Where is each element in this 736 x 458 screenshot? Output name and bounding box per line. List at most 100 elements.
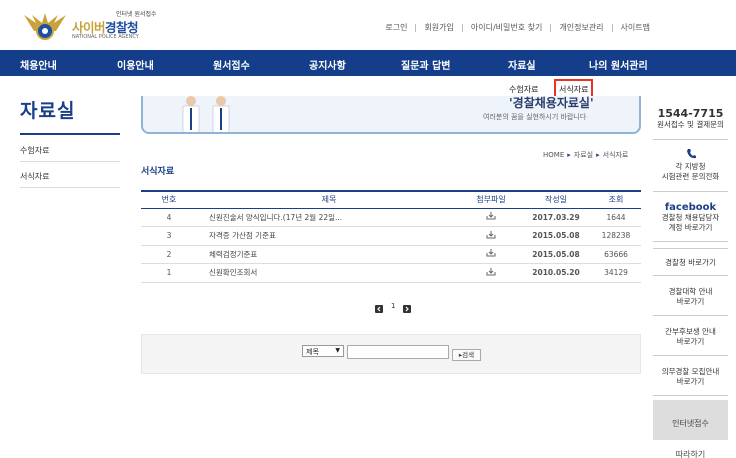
row-number: 2 — [141, 245, 197, 264]
download-icon[interactable] — [486, 230, 496, 239]
search-button-label: 검색 — [462, 351, 475, 359]
main-nav: 채용안내 이용안내 원서접수 공지사항 질문과 답변 자료실 나의 원서관리 — [0, 50, 736, 76]
table-row[interactable]: 4 신원진술서 양식입니다.(17년 2월 22일... 2017.03.29 … — [141, 208, 641, 227]
rail-link-police[interactable]: 경찰청 바로가기 — [653, 248, 728, 276]
facebook-logo-text: facebook — [664, 202, 717, 213]
row-title-link[interactable]: 신원진술서 양식입니다.(17년 2월 22일... — [197, 208, 461, 227]
col-date: 작성일 — [521, 190, 591, 209]
search-field-select[interactable]: 제목 ▼ — [302, 345, 344, 357]
col-number: 번호 — [141, 190, 197, 209]
search-button[interactable]: ▸검색 — [452, 349, 481, 361]
banner-headline: '경찰채용자료실' — [509, 96, 594, 110]
row-views: 63666 — [591, 245, 641, 264]
next-arrow-icon — [406, 306, 410, 312]
subnav-exam-materials[interactable]: 수험자료 — [509, 84, 538, 95]
site-header: 인터넷 원서접수 사이버경찰청 NATIONAL POLICE AGENCY 로… — [0, 0, 736, 50]
sidebar-item-label: 수험자료 — [20, 146, 50, 155]
attachment-cell — [461, 263, 521, 283]
col-title: 제목 — [197, 190, 461, 209]
signup-link[interactable]: 회원가입 — [424, 22, 453, 33]
rail-fb-desc-1: 경찰청 채용담당자 — [661, 213, 720, 222]
next-page-button[interactable] — [403, 305, 412, 313]
nav-my-application[interactable]: 나의 원서관리 — [589, 57, 648, 72]
sidebar-item-exam-materials[interactable]: 수험자료 — [20, 136, 120, 162]
attachment-cell — [461, 208, 521, 227]
row-date: 2015.05.08 — [521, 226, 591, 246]
breadcrumb-current: 서식자료 — [602, 151, 629, 159]
row-number: 1 — [141, 263, 197, 283]
follow-guide-label: 인터넷접수따라하기 — [653, 400, 728, 458]
row-number: 3 — [141, 226, 197, 246]
logo-title-b: 경찰청 — [105, 20, 139, 35]
sidebar-title-divider — [20, 133, 120, 135]
row-date: 2010.05.20 — [521, 263, 591, 283]
search-input[interactable] — [347, 345, 449, 359]
nav-library[interactable]: 자료실 — [508, 57, 536, 72]
rail-link-officer-candidate[interactable]: 간부후보생 안내 바로가기 — [653, 318, 728, 356]
col-views: 조회 — [591, 190, 641, 209]
breadcrumb-home[interactable]: HOME — [543, 151, 564, 159]
follow-guide-button[interactable]: 인터넷접수따라하기 — [653, 400, 728, 458]
search-field-value: 제목 — [306, 348, 319, 356]
sitemap-link[interactable]: 사이트맵 — [621, 22, 650, 33]
follow-guide-line-2: 따라하기 — [675, 450, 706, 458]
police-emblem-icon — [24, 13, 66, 40]
table-row[interactable]: 3 자격증 가산점 기준표 2015.05.08 128238 — [141, 226, 641, 246]
row-date: 2015.05.08 — [521, 245, 591, 264]
rail-phone-desc: 원서접수 및 결제문의 — [657, 120, 724, 129]
banner-subtext: 여러분의 꿈을 실현하시기 바랍니다 — [483, 113, 587, 121]
row-title-link[interactable]: 자격증 가산점 기준표 — [197, 226, 461, 246]
nav-recruit[interactable]: 채용안내 — [20, 57, 57, 72]
col-attachment: 첨부파일 — [461, 190, 521, 209]
row-title-link[interactable]: 신원확인조회서 — [197, 263, 461, 283]
logo-english: NATIONAL POLICE AGENCY — [72, 34, 139, 40]
download-icon[interactable] — [486, 249, 496, 257]
rail-regional-desc: 시험관련 문의전화 — [661, 172, 720, 181]
top-links: 로그인 회원가입 아이디/비밀번호 찾기 개인정보관리 사이트맵 — [385, 22, 650, 33]
rail-link-sub: 바로가기 — [676, 377, 705, 386]
nav-apply[interactable]: 원서접수 — [213, 57, 250, 72]
profile-link[interactable]: 개인정보관리 — [559, 22, 603, 33]
rail-facebook-link[interactable]: facebook 경찰청 채용담당자 계정 바로가기 — [653, 194, 728, 242]
rail-phone-number: 1544-7715 — [657, 107, 724, 120]
rail-link-label: 의무경찰 모집안내 — [661, 367, 720, 376]
rail-phone-box: 1544-7715 원서접수 및 결제문의 — [653, 100, 728, 140]
rail-link-police-university[interactable]: 경찰대학 안내 바로가기 — [653, 278, 728, 316]
prev-page-button[interactable] — [375, 305, 383, 313]
download-icon[interactable] — [486, 267, 496, 276]
row-views: 1644 — [591, 208, 641, 227]
sidebar-item-label: 서식자료 — [20, 172, 50, 181]
phone-icon — [686, 149, 696, 159]
rail-link-sub: 바로가기 — [676, 297, 705, 306]
table-row[interactable]: 2 체력검정기준표 2015.05.08 63666 — [141, 245, 641, 264]
breadcrumb: HOME ▸ 자료실 ▸ 서식자료 — [543, 151, 629, 159]
attachment-cell — [461, 245, 521, 264]
page-current[interactable]: 1 — [391, 302, 395, 310]
nav-qna[interactable]: 질문과 답변 — [401, 57, 450, 72]
table-row[interactable]: 1 신원확인조회서 2010.05.20 34129 — [141, 263, 641, 283]
nav-guide[interactable]: 이용안내 — [117, 57, 154, 72]
form-materials-table: 번호 제목 첨부파일 작성일 조회 4 신원진술서 양식입니다.(17년 2월 … — [141, 190, 641, 283]
officers-illustration — [182, 96, 230, 132]
breadcrumb-library[interactable]: 자료실 — [574, 151, 593, 159]
sidebar-item-form-materials[interactable]: 서식자료 — [20, 162, 120, 188]
find-account-link[interactable]: 아이디/비밀번호 찾기 — [471, 22, 542, 33]
site-logo[interactable]: 인터넷 원서접수 사이버경찰청 NATIONAL POLICE AGENCY — [22, 9, 157, 43]
row-views: 128238 — [591, 226, 641, 246]
sidebar-title: 자료실 — [20, 100, 76, 122]
rail-link-conscript-police[interactable]: 의무경찰 모집안내 바로가기 — [653, 358, 728, 396]
table-header-row: 번호 제목 첨부파일 작성일 조회 — [141, 190, 641, 209]
row-title-link[interactable]: 체력검정기준표 — [197, 245, 461, 264]
follow-guide-line-1: 인터넷접수 — [672, 419, 709, 428]
nav-notice[interactable]: 공지사항 — [309, 57, 346, 72]
rail-regional-contact[interactable]: 각 지방청 시험관련 문의전화 — [653, 142, 728, 192]
login-link[interactable]: 로그인 — [385, 22, 407, 33]
rail-link-label: 경찰대학 안내 — [668, 287, 713, 296]
download-icon[interactable] — [486, 212, 496, 220]
row-date: 2017.03.29 — [521, 208, 591, 227]
rail-link-sub: 바로가기 — [676, 337, 705, 346]
logo-title-a: 사이버 — [72, 20, 106, 35]
rail-link-label: 경찰청 바로가기 — [665, 258, 716, 267]
library-banner: '경찰채용자료실' 여러분의 꿈을 실현하시기 바랍니다 — [141, 96, 641, 134]
row-number: 4 — [141, 208, 197, 227]
